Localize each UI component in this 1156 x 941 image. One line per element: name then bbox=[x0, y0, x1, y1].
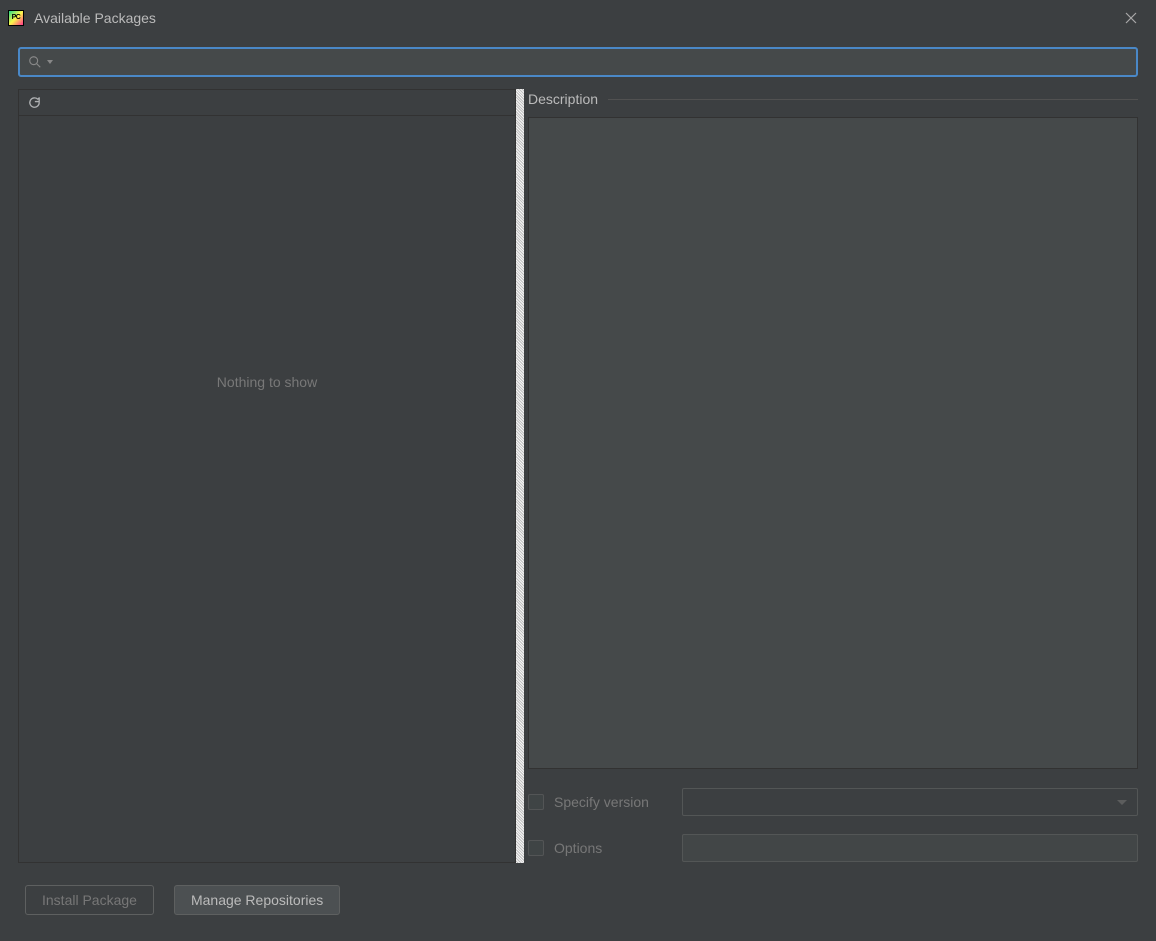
dialog-footer: Install Package Manage Repositories bbox=[0, 863, 1156, 933]
close-icon bbox=[1125, 12, 1137, 24]
options-checkbox[interactable] bbox=[528, 840, 544, 856]
package-list[interactable]: Nothing to show bbox=[18, 116, 516, 863]
search-bar bbox=[0, 35, 1156, 81]
window-title: Available Packages bbox=[34, 10, 156, 26]
search-input-container[interactable] bbox=[18, 47, 1138, 77]
options-input[interactable] bbox=[682, 834, 1138, 862]
specify-version-row: Specify version bbox=[528, 787, 1138, 817]
install-options: Specify version Options bbox=[528, 769, 1138, 863]
close-button[interactable] bbox=[1116, 3, 1146, 33]
app-icon: PC bbox=[8, 10, 24, 26]
install-package-button[interactable]: Install Package bbox=[25, 885, 154, 915]
manage-repositories-button[interactable]: Manage Repositories bbox=[174, 885, 340, 915]
version-select[interactable] bbox=[682, 788, 1138, 816]
main-content: Nothing to show Description Specify vers… bbox=[0, 81, 1156, 863]
empty-list-message: Nothing to show bbox=[217, 374, 317, 390]
split-divider[interactable] bbox=[516, 89, 524, 863]
details-panel: Description Specify version Options bbox=[524, 89, 1138, 863]
description-content bbox=[528, 117, 1138, 769]
separator-line bbox=[608, 99, 1138, 100]
search-icon bbox=[28, 55, 42, 69]
options-label: Options bbox=[554, 840, 678, 856]
description-header: Description bbox=[528, 89, 1138, 109]
refresh-icon bbox=[27, 95, 42, 110]
package-list-panel: Nothing to show bbox=[18, 89, 516, 863]
description-label: Description bbox=[528, 91, 598, 107]
package-list-toolbar bbox=[18, 89, 516, 116]
chevron-down-icon bbox=[1117, 800, 1127, 805]
options-row: Options bbox=[528, 833, 1138, 863]
specify-version-checkbox[interactable] bbox=[528, 794, 544, 810]
titlebar: PC Available Packages bbox=[0, 0, 1156, 35]
search-input[interactable] bbox=[59, 55, 1128, 70]
refresh-button[interactable] bbox=[27, 95, 42, 110]
search-history-dropdown-icon[interactable] bbox=[47, 60, 53, 64]
specify-version-label: Specify version bbox=[554, 794, 678, 810]
